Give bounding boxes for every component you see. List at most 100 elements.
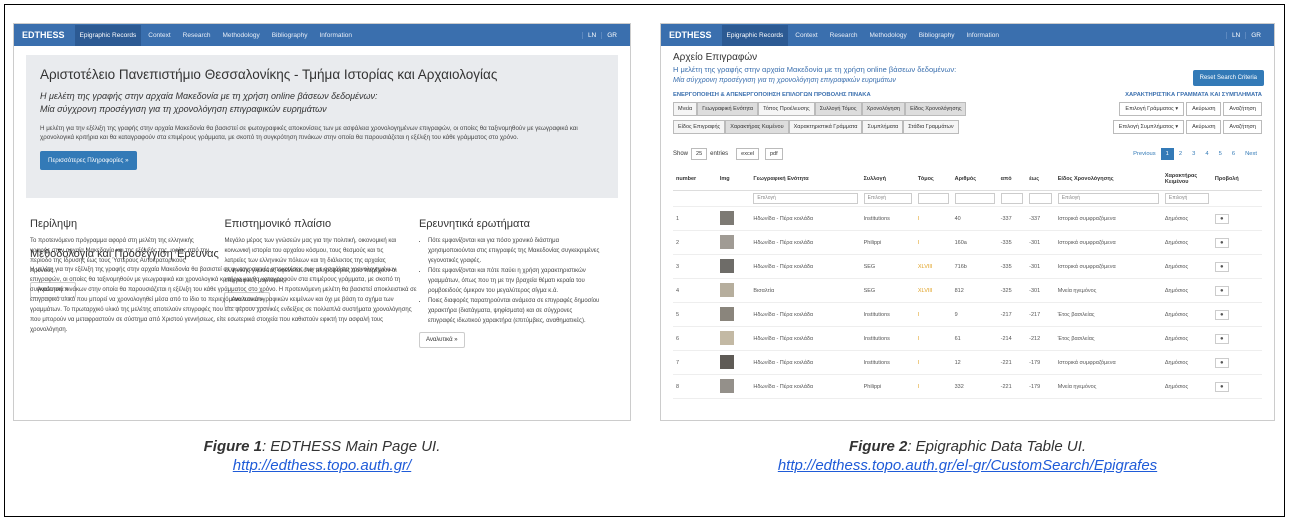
toggle-ligatures[interactable]: Συμπλήματα	[862, 120, 904, 134]
col-number[interactable]: number	[673, 168, 717, 191]
col-dating-type[interactable]: Είδος Χρονολόγησης	[1054, 168, 1162, 191]
nav-methodology[interactable]: Methodology	[869, 32, 906, 39]
from-cell: -214	[997, 326, 1027, 351]
entries-label: entries	[710, 151, 729, 157]
inscription-thumbnail[interactable]	[719, 354, 734, 369]
view-record-icon[interactable]: ●	[1214, 213, 1229, 224]
collection-filter-select[interactable]: Επιλογή	[863, 193, 912, 204]
pdf-button[interactable]: pdf	[765, 148, 783, 160]
nav-methodology[interactable]: Methodology	[222, 32, 259, 39]
letter-search-button[interactable]: Αναζήτηση	[1223, 102, 1262, 116]
table-row: 5 Ηδωνίδα - Πέρα κοιλάδα Institutions I 9 -21…	[673, 302, 1262, 327]
col-number-id[interactable]: Αριθμός	[951, 168, 998, 191]
lang-ln[interactable]: LN	[581, 31, 601, 39]
page-2[interactable]: 2	[1174, 148, 1187, 160]
summary-heading: Περίληψη	[30, 218, 78, 230]
character-filter-select[interactable]: Επιλογή	[1164, 193, 1209, 204]
dating-filter-select[interactable]: Επιλογή	[1057, 193, 1159, 204]
col-collection[interactable]: Συλλογή	[860, 168, 915, 191]
to-cell: -179	[1026, 350, 1055, 375]
to-filter-input[interactable]	[1029, 193, 1052, 204]
more-info-button[interactable]: Περισσότερες Πληροφορίες »	[40, 151, 137, 170]
questions-details-button[interactable]: Αναλυτικά »	[418, 332, 465, 348]
collection-cell: Institutions	[860, 302, 915, 327]
toggle-collection-volume[interactable]: Συλλογή Τόμος	[814, 102, 862, 116]
entries-select[interactable]: 25	[691, 148, 708, 160]
toggle-characteristic-letters[interactable]: Χαρακτηριστικά Γράμματα	[788, 120, 863, 134]
nav-research[interactable]: Research	[830, 32, 858, 39]
row-number: 6	[673, 326, 717, 351]
view-record-icon[interactable]: ●	[1214, 381, 1229, 392]
letter-select[interactable]: Επιλογή Γράμματος ▾	[1119, 102, 1185, 116]
letter-cancel-button[interactable]: Ακύρωση	[1186, 102, 1222, 116]
col-volume[interactable]: Τόμος	[914, 168, 952, 191]
nav-context[interactable]: Context	[148, 32, 170, 39]
lang-gr[interactable]: GR	[601, 31, 622, 39]
col-to[interactable]: έως	[1026, 168, 1055, 191]
text-character-cell: Δημόσιος	[1161, 350, 1212, 375]
view-record-icon[interactable]: ●	[1214, 285, 1229, 296]
nav-epigraphic-records[interactable]: Epigraphic Records	[74, 24, 142, 46]
toggle-text-character[interactable]: Χαρακτήρας Κειμένου	[725, 120, 789, 134]
inscription-thumbnail[interactable]	[719, 210, 734, 225]
nav-bibliography[interactable]: Bibliography	[272, 32, 308, 39]
toggle-origin[interactable]: Τόπος Προέλευσης	[758, 102, 815, 116]
toggle-mention[interactable]: Μνεία	[673, 102, 698, 116]
lang-ln[interactable]: LN	[1225, 31, 1245, 39]
nav-context[interactable]: Context	[795, 32, 817, 39]
col-img: Img	[716, 168, 751, 191]
collection-cell: Philippi	[860, 230, 915, 255]
view-record-icon[interactable]: ●	[1214, 357, 1229, 368]
from-filter-input[interactable]	[1000, 193, 1024, 204]
col-text-character[interactable]: Χαρακτήρας Κειμένου	[1161, 168, 1212, 191]
view-record-icon[interactable]: ●	[1214, 309, 1229, 320]
reset-search-button[interactable]: Reset Search Criteria	[1192, 70, 1264, 86]
toggle-inscription-type[interactable]: Είδος Επιγραφής	[673, 120, 726, 134]
page-6[interactable]: 6	[1227, 148, 1240, 160]
inscription-thumbnail[interactable]	[719, 306, 734, 321]
view-record-icon[interactable]: ●	[1214, 237, 1229, 248]
nav-information[interactable]: Information	[967, 32, 1000, 39]
page-previous[interactable]: Previous	[1128, 148, 1161, 160]
ligature-select[interactable]: Επιλογή Συμπλήματος ▾	[1112, 120, 1185, 134]
inscription-thumbnail[interactable]	[719, 282, 734, 297]
ligature-search-button[interactable]: Αναζήτηση	[1223, 120, 1262, 134]
excel-button[interactable]: excel	[736, 148, 759, 160]
col-geo-unit[interactable]: Γεωγραφική Ενότητα	[750, 168, 861, 191]
toggle-dating[interactable]: Χρονολόγηση	[861, 102, 906, 116]
nav-research[interactable]: Research	[183, 32, 211, 39]
page-1[interactable]: 1	[1160, 148, 1174, 160]
view-record-icon[interactable]: ●	[1214, 261, 1229, 272]
geo-unit-cell: Ηδωνίδα - Πέρα κοιλάδα	[750, 302, 861, 327]
inscription-thumbnail[interactable]	[719, 330, 734, 345]
view-record-icon[interactable]: ●	[1214, 333, 1229, 344]
main-page-screenshot: EDTHESS Epigraphic Records Context Resea…	[14, 24, 630, 420]
ligature-cancel-button[interactable]: Ακύρωση	[1186, 120, 1222, 134]
col-from[interactable]: από	[997, 168, 1027, 191]
number-filter-input[interactable]	[954, 193, 995, 204]
page-next[interactable]: Next	[1240, 148, 1262, 160]
dating-type-cell: Ιστορικά συμφραζόμενα	[1054, 254, 1162, 279]
nav-bibliography[interactable]: Bibliography	[919, 32, 955, 39]
to-cell: -301	[1026, 254, 1055, 279]
fig2-url[interactable]: http://edthess.topo.auth.gr/el-gr/Custom…	[661, 457, 1274, 474]
geo-filter-select[interactable]: Επιλογή	[753, 193, 858, 204]
inscription-thumbnail[interactable]	[719, 378, 734, 393]
fig1-url[interactable]: http://edthess.topo.auth.gr/	[14, 457, 630, 474]
from-cell: -217	[997, 302, 1027, 327]
brand-logo[interactable]: EDTHESS	[22, 30, 65, 40]
page-4[interactable]: 4	[1200, 148, 1213, 160]
table-row: 1 Ηδωνίδα - Πέρα κοιλάδα Institutions I 40 -3…	[673, 206, 1262, 231]
toggle-dating-type[interactable]: Είδος Χρονολόγησης	[905, 102, 967, 116]
inscription-thumbnail[interactable]	[719, 258, 734, 273]
nav-epigraphic-records[interactable]: Epigraphic Records	[721, 24, 789, 46]
brand-logo[interactable]: EDTHESS	[669, 30, 712, 40]
page-5[interactable]: 5	[1214, 148, 1227, 160]
nav-information[interactable]: Information	[320, 32, 353, 39]
page-3[interactable]: 3	[1187, 148, 1200, 160]
toggle-geo-unit[interactable]: Γεωγραφική Ενότητα	[697, 102, 759, 116]
toggle-letter-stages[interactable]: Στάδια Γραμμάτων	[903, 120, 959, 134]
lang-gr[interactable]: GR	[1245, 31, 1266, 39]
volume-filter-input[interactable]	[917, 193, 949, 204]
inscription-thumbnail[interactable]	[719, 234, 734, 249]
